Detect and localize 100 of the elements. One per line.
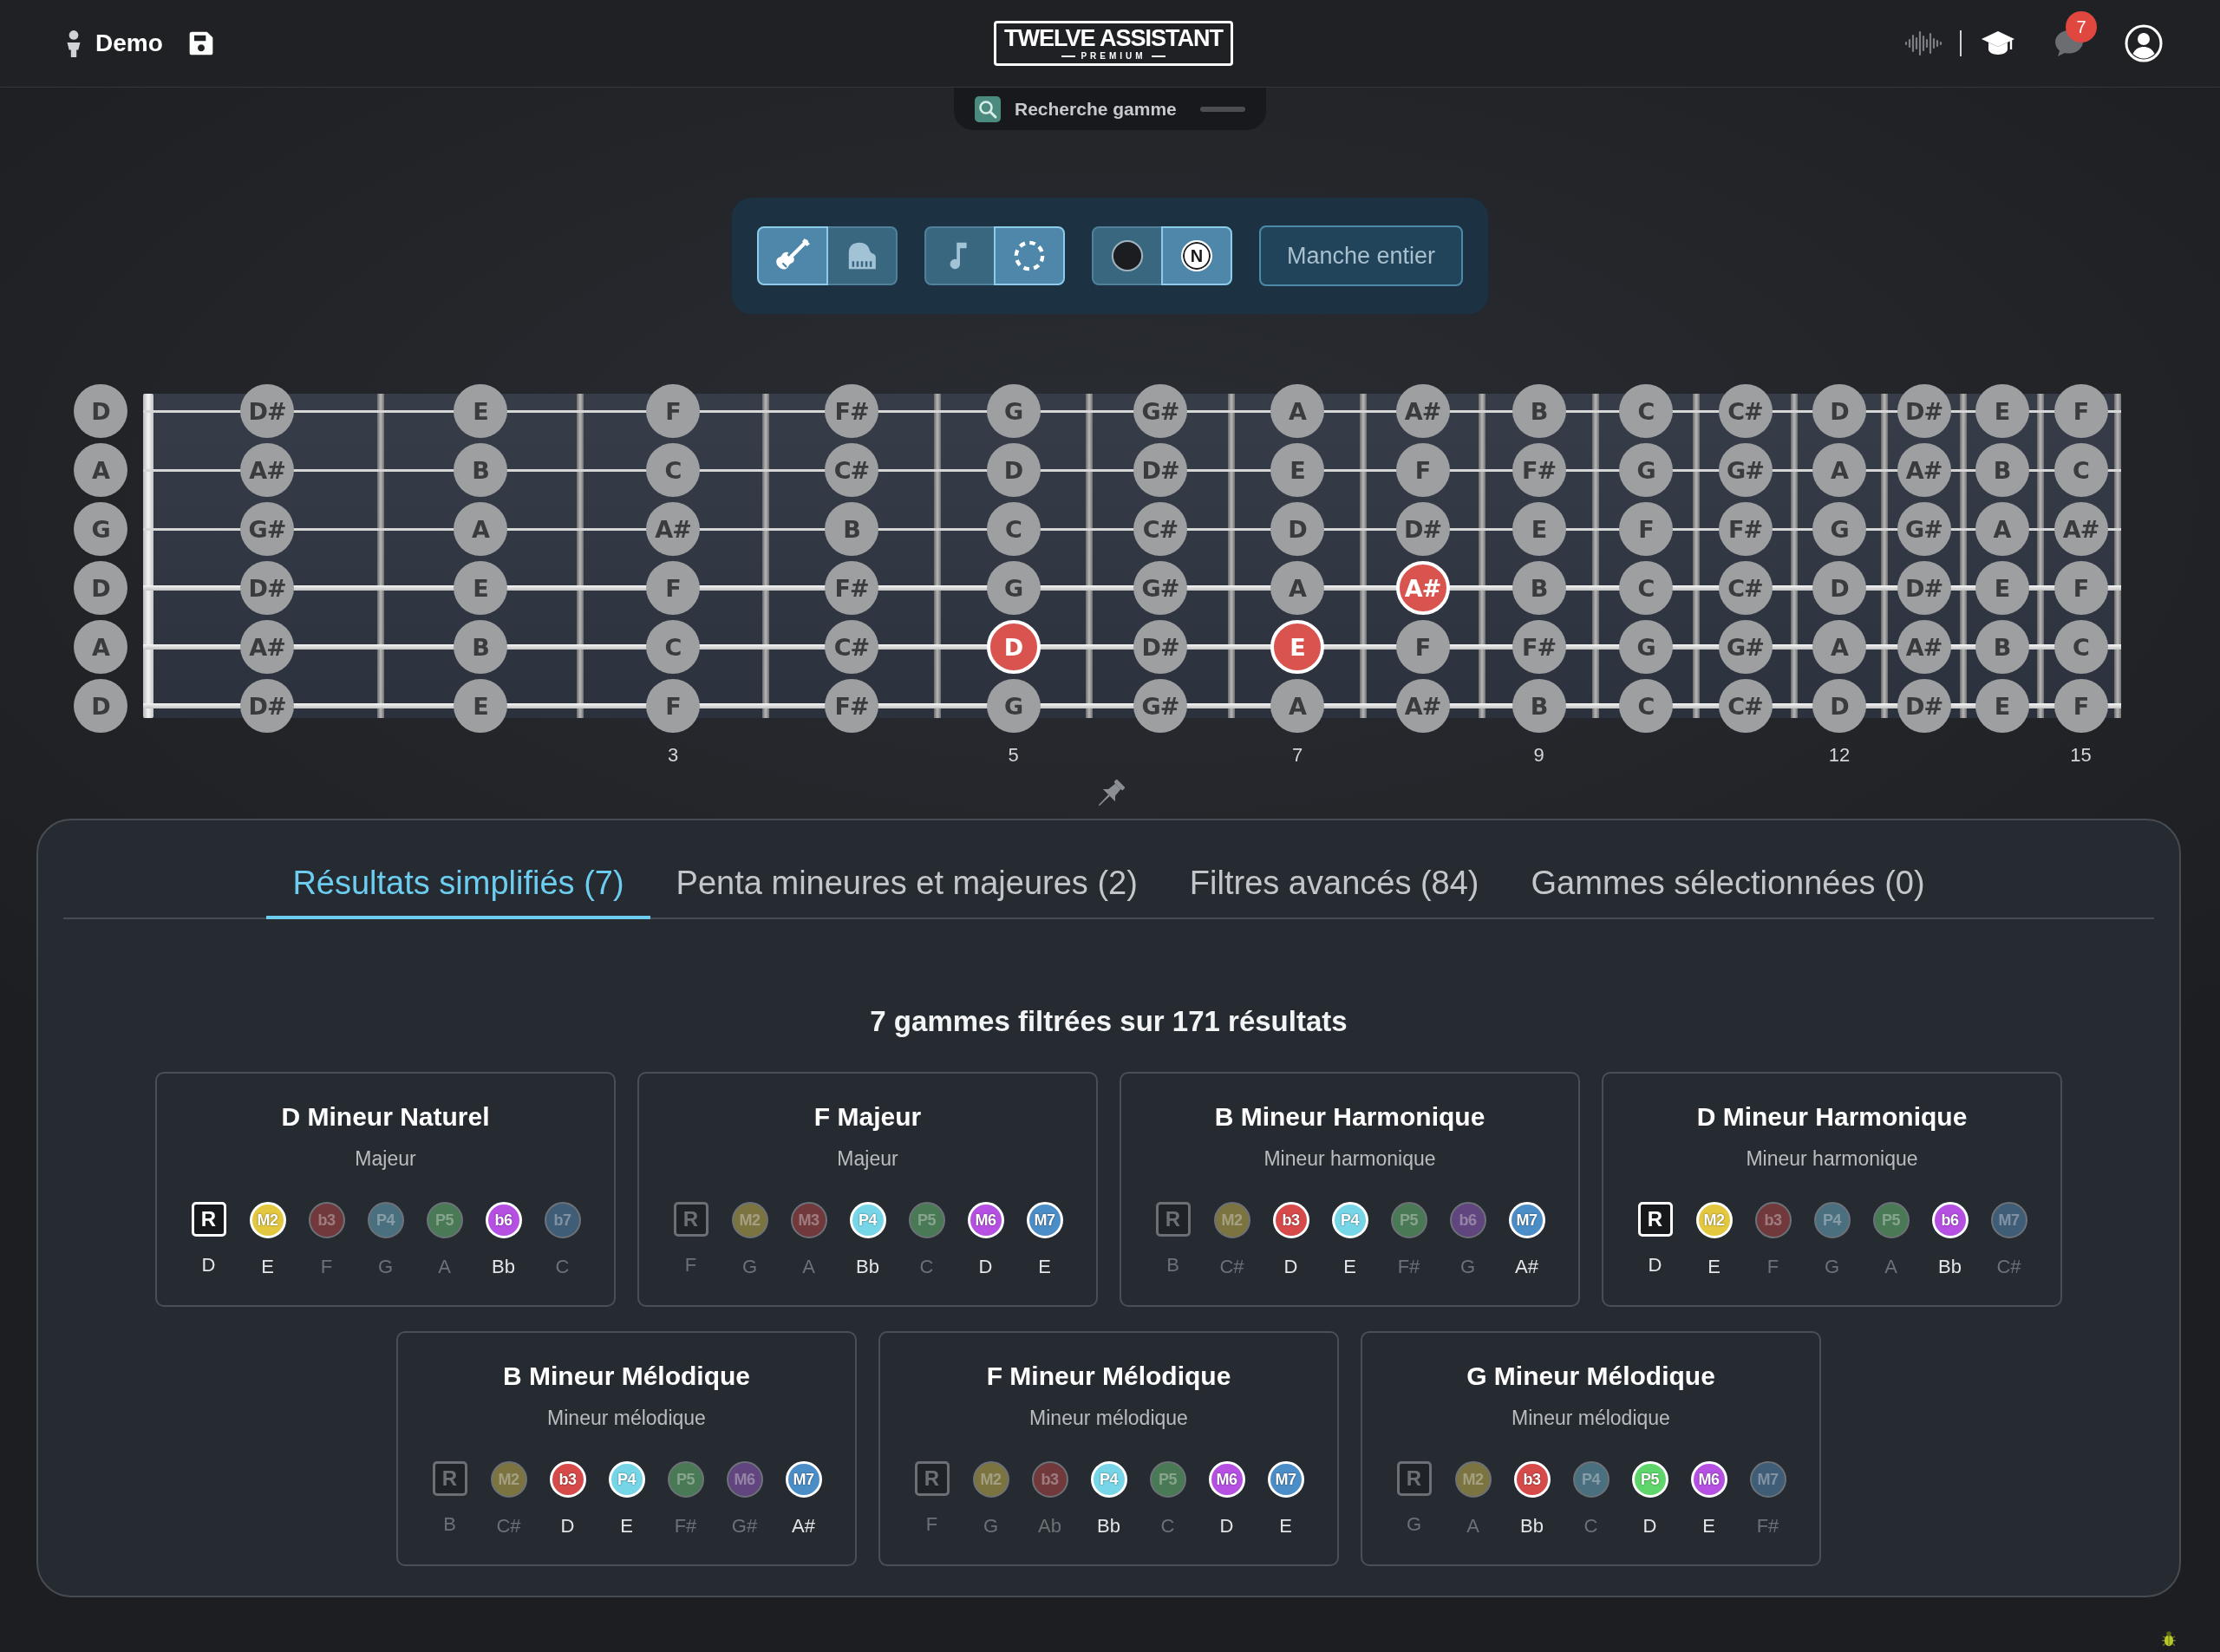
waveform-icon[interactable] (1904, 30, 1942, 56)
logo[interactable]: TWELVE ASSISTANT PREMIUM (994, 21, 1233, 66)
root-badge[interactable]: R (432, 1461, 467, 1496)
account-icon[interactable] (2125, 24, 2163, 62)
interval-badge[interactable]: M7 (1749, 1461, 1786, 1498)
results-tab[interactable]: Résultats simplifiés (7) (266, 853, 650, 919)
interval-badge[interactable]: M7 (1267, 1461, 1304, 1498)
interval-badge[interactable]: M6 (1208, 1461, 1245, 1498)
interval-badge[interactable]: b3 (549, 1461, 586, 1498)
scale-note: F# (674, 1514, 697, 1538)
results-tab[interactable]: Penta mineures et majeures (2) (650, 853, 1164, 919)
interval-badge[interactable]: b7 (544, 1202, 581, 1238)
scale-note: C (1160, 1514, 1175, 1538)
scale-name: G Mineur Mélodique (1466, 1361, 1715, 1392)
root-badge[interactable]: R (191, 1202, 226, 1237)
scale-note: E (1279, 1514, 1292, 1538)
root-badge[interactable]: R (673, 1202, 708, 1237)
scale-card[interactable]: D Mineur Naturel Majeur R D M2 E b3 F P4 G P5 A b6 Bb b7 C (155, 1072, 616, 1307)
scale-note: A# (792, 1514, 815, 1538)
open-string-note[interactable]: A (74, 620, 127, 674)
fret-number: 15 (2070, 744, 2092, 767)
scale-card[interactable]: D Mineur Harmonique Mineur harmonique R D M2 E b3 F P4 G P5 A b6 Bb M7 C# (1602, 1072, 2062, 1307)
interval-badge[interactable]: M6 (726, 1461, 763, 1498)
scale-mode: Majeur (837, 1146, 898, 1171)
scale-note: Ab (1038, 1514, 1061, 1538)
graduation-cap-icon[interactable] (1981, 29, 2015, 57)
root-badge[interactable]: R (1637, 1202, 1673, 1237)
open-string-note[interactable]: G (74, 502, 127, 556)
open-string-note[interactable]: D (74, 679, 127, 733)
interval-badge[interactable]: b3 (1513, 1461, 1551, 1498)
scale-note: F# (1397, 1255, 1420, 1279)
scale-mode: Mineur harmonique (1746, 1146, 1918, 1171)
scale-note: D (1219, 1514, 1234, 1538)
scale-note: C# (1219, 1255, 1244, 1279)
fret-number: 5 (1008, 744, 1019, 767)
scale-note: B (1166, 1253, 1179, 1277)
scale-name: F Majeur (813, 1101, 922, 1133)
scale-note: C# (1996, 1255, 2021, 1279)
open-string-note[interactable]: A (74, 443, 127, 497)
scale-note: F (925, 1512, 938, 1537)
scale-note: G (1824, 1255, 1840, 1279)
scale-note: Bb (1097, 1514, 1120, 1538)
scale-note: A (438, 1255, 451, 1279)
root-badge[interactable]: R (1396, 1461, 1432, 1496)
scale-note: C (919, 1255, 934, 1279)
interval-badge[interactable]: M3 (790, 1202, 827, 1238)
note-button[interactable] (924, 226, 996, 285)
dashed-circle-button[interactable] (993, 226, 1065, 285)
scale-card[interactable]: B Mineur Harmonique Mineur harmonique R B M2 C# b3 D P4 E P5 F# b6 G M7 A# (1120, 1072, 1580, 1307)
interval-badge[interactable]: b6 (485, 1202, 522, 1238)
open-string-note[interactable]: D (74, 561, 127, 615)
fret-number: 3 (667, 744, 679, 767)
scale-name: D Mineur Naturel (281, 1101, 490, 1133)
scale-card[interactable]: G Mineur Mélodique Mineur mélodique R G M2 A b3 Bb P4 C P5 D M6 E M7 F# (1361, 1331, 1821, 1566)
interval-badge[interactable]: M7 (1508, 1202, 1545, 1238)
logo-subtitle: PREMIUM (1061, 51, 1166, 62)
fret-number: 7 (1291, 744, 1303, 767)
interval-badge[interactable]: M6 (967, 1202, 1004, 1238)
interval-badge[interactable]: b3 (1754, 1202, 1792, 1238)
fretboard-range-button[interactable]: Manche entier (1258, 225, 1464, 286)
open-string-note[interactable]: D (74, 384, 127, 438)
scale-note: A (802, 1255, 815, 1279)
user-name[interactable]: Demo (95, 29, 163, 57)
scale-mode: Mineur mélodique (547, 1406, 706, 1430)
scale-note: E (1702, 1514, 1715, 1538)
scale-mode: Majeur (355, 1146, 416, 1171)
root-badge[interactable]: R (914, 1461, 950, 1496)
interval-badge[interactable]: b3 (1272, 1202, 1309, 1238)
scale-note: D (1642, 1514, 1657, 1538)
interval-badge[interactable]: b6 (1449, 1202, 1486, 1238)
piano-button[interactable] (826, 226, 898, 285)
interval-badge[interactable]: b3 (1031, 1461, 1068, 1498)
scale-note: Bb (856, 1255, 879, 1279)
results-tab[interactable]: Gammes sélectionnées (0) (1505, 853, 1951, 919)
guitar-button[interactable] (756, 226, 828, 285)
interval-badge[interactable]: M7 (1026, 1202, 1063, 1238)
scale-note: A# (1515, 1255, 1538, 1279)
scale-card[interactable]: F Majeur Majeur R F M2 G M3 A P4 Bb P5 C M6 D M7 E (637, 1072, 1098, 1307)
interval-badge[interactable]: M7 (1990, 1202, 2027, 1238)
interval-badge[interactable]: b6 (1931, 1202, 1969, 1238)
scale-note: D (1283, 1255, 1298, 1279)
interval-badge[interactable]: b3 (308, 1202, 345, 1238)
scale-search-tab[interactable]: Recherche gamme (954, 88, 1266, 130)
interval-badge[interactable]: M7 (785, 1461, 822, 1498)
results-summary: 7 gammes filtrées sur 171 résultats (869, 1006, 1348, 1037)
notification-count: 7 (2066, 11, 2097, 42)
interval-badge[interactable]: M6 (1690, 1461, 1727, 1498)
scale-note: D (978, 1255, 993, 1279)
dot-button[interactable] (1091, 226, 1163, 285)
scale-note: E (1707, 1255, 1720, 1279)
root-badge[interactable]: R (1155, 1202, 1191, 1237)
scale-note: E (1343, 1255, 1356, 1279)
results-tab[interactable]: Filtres avancés (84) (1163, 853, 1505, 919)
scale-note: F (1766, 1255, 1779, 1279)
dot-icon (1110, 239, 1144, 272)
scale-note: E (620, 1514, 633, 1538)
bug-icon[interactable] (2159, 1629, 2178, 1648)
letter-button[interactable]: N (1160, 226, 1232, 285)
scale-card[interactable]: B Mineur Mélodique Mineur mélodique R B M2 C# b3 D P4 E P5 F# M6 G# M7 A# (396, 1331, 857, 1566)
scale-card[interactable]: F Mineur Mélodique Mineur mélodique R F M2 G b3 Ab P4 Bb P5 C M6 D M7 E (878, 1331, 1339, 1566)
